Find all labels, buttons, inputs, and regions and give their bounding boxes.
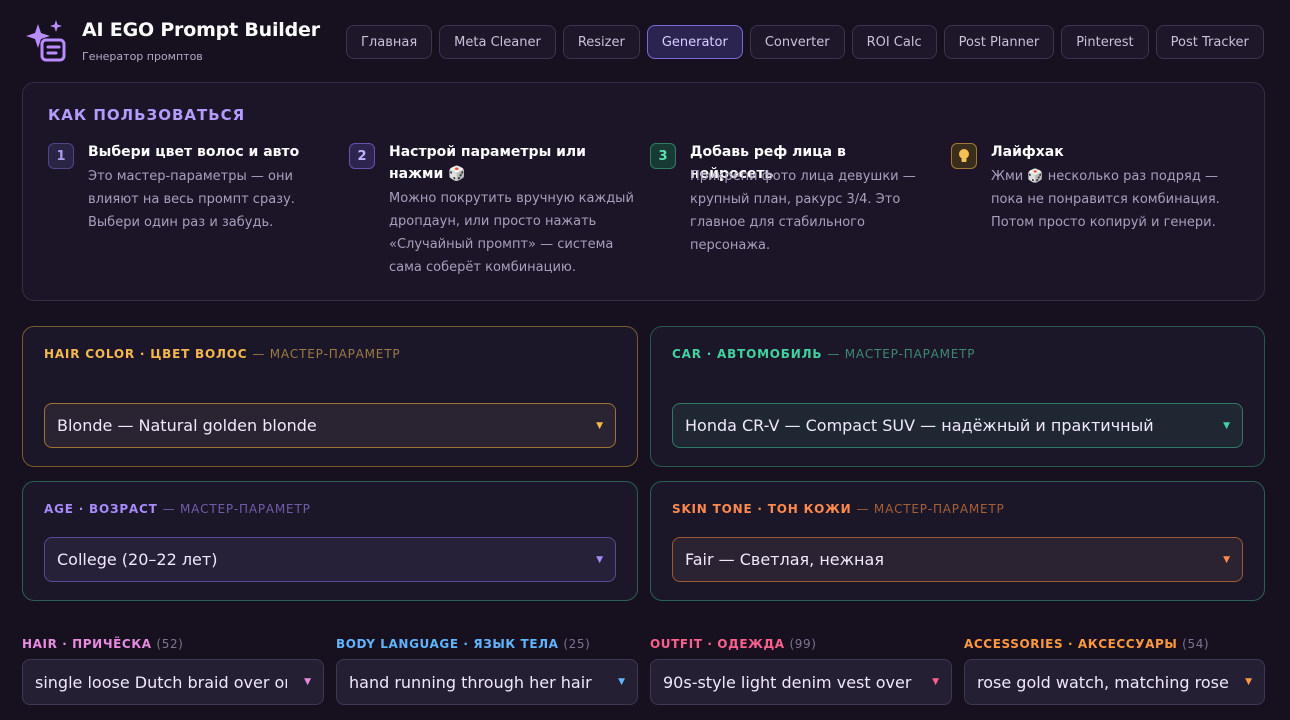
step-heading: Выбери цвет волос и авто: [88, 144, 300, 160]
accessories-count: (54): [1182, 637, 1210, 651]
step-number: 1: [48, 143, 74, 169]
body-language-select[interactable]: hand running through her hair ▼: [336, 659, 638, 705]
step-text-line: Можно покрутить вручную каждый: [389, 191, 634, 206]
howto-panel: КАК ПОЛЬЗОВАТЬСЯ 1 Выбери цвет волос и а…: [22, 82, 1265, 301]
chevron-down-icon: ▼: [596, 554, 603, 565]
age-label: AGE · ВОЗРАСТ — МАСТЕР-ПАРАМЕТР: [44, 502, 311, 516]
nav-post-planner[interactable]: Post Planner: [943, 25, 1055, 59]
step-heading: Лайфхак: [991, 144, 1064, 160]
hairstyle-label: HAIR · ПРИЧЁСКА (52): [22, 637, 183, 651]
howto-title: КАК ПОЛЬЗОВАТЬСЯ: [48, 106, 246, 124]
accessories-title: ACCESSORIES · АКСЕССУАРЫ: [964, 637, 1178, 651]
age-value: College (20–22 лет): [57, 550, 218, 569]
accessories-label: ACCESSORIES · АКСЕССУАРЫ (54): [964, 637, 1209, 651]
step-text-line: «Случайный промпт» — система: [389, 237, 614, 252]
nav-pinterest[interactable]: Pinterest: [1061, 25, 1149, 59]
step-text-line: Выбери один раз и забудь.: [88, 215, 274, 230]
age-select[interactable]: College (20–22 лет) ▼: [44, 537, 616, 582]
outfit-value: 90s-style light denim vest over white te…: [663, 672, 915, 692]
step-text-line: Прикрепи фото лица девушки —: [690, 169, 916, 184]
hairstyle-count: (52): [156, 637, 184, 651]
chevron-down-icon: ▼: [932, 677, 939, 687]
hair-color-value: Blonde — Natural golden blonde: [57, 416, 317, 435]
nav-generator[interactable]: Generator: [646, 25, 743, 59]
car-title: CAR · АВТОМОБИЛЬ: [672, 347, 823, 361]
outfit-count: (99): [789, 637, 817, 651]
step-text-line: сама соберёт комбинацию.: [389, 260, 577, 275]
outfit-label: OUTFIT · ОДЕЖДА (99): [650, 637, 816, 651]
chevron-down-icon: ▼: [618, 677, 625, 687]
nav-roi-calc[interactable]: ROI Calc: [851, 25, 937, 59]
master-param-suffix: — МАСТЕР-ПАРАМЕТР: [856, 502, 1005, 516]
step-number: 3: [650, 143, 676, 169]
skin-tone-label: SKIN TONE · ТОН КОЖИ — МАСТЕР-ПАРАМЕТР: [672, 502, 1005, 516]
nav-converter[interactable]: Converter: [749, 25, 845, 59]
hair-color-label: HAIR COLOR · ЦВЕТ ВОЛОС — МАСТЕР-ПАРАМЕТ…: [44, 347, 400, 361]
age-title: AGE · ВОЗРАСТ: [44, 502, 158, 516]
hairstyle-title: HAIR · ПРИЧЁСКА: [22, 637, 152, 651]
outfit-select[interactable]: 90s-style light denim vest over white te…: [650, 659, 952, 705]
master-param-suffix: — МАСТЕР-ПАРАМЕТР: [162, 502, 311, 516]
step-text-line: Жми 🎲 несколько раз подряд —: [991, 169, 1218, 184]
app-subtitle: Генератор промптов: [82, 50, 203, 63]
body-language-title: BODY LANGUAGE · ЯЗЫК ТЕЛА: [336, 637, 559, 651]
car-label: CAR · АВТОМОБИЛЬ — МАСТЕР-ПАРАМЕТР: [672, 347, 975, 361]
step-text-line: крупный план, ракурс 3/4. Это: [690, 192, 901, 207]
step-text-line: главное для стабильного персонажа.: [690, 215, 865, 253]
body-language-count: (25): [563, 637, 591, 651]
skin-tone-value: Fair — Светлая, нежная: [685, 550, 884, 569]
step-text-line: Это мастер-параметры — они: [88, 169, 293, 184]
step-number: 2: [349, 143, 375, 169]
chevron-down-icon: ▼: [1245, 677, 1252, 687]
accessories-value: rose gold watch, matching rose gold ring: [977, 672, 1229, 692]
hair-color-title: HAIR COLOR · ЦВЕТ ВОЛОС: [44, 347, 248, 361]
lightbulb-icon: [951, 143, 977, 169]
body-language-label: BODY LANGUAGE · ЯЗЫК ТЕЛА (25): [336, 637, 590, 651]
hair-color-card: HAIR COLOR · ЦВЕТ ВОЛОС — МАСТЕР-ПАРАМЕТ…: [22, 326, 638, 467]
master-param-suffix: — МАСТЕР-ПАРАМЕТР: [252, 347, 401, 361]
skin-tone-title: SKIN TONE · ТОН КОЖИ: [672, 502, 852, 516]
outfit-title: OUTFIT · ОДЕЖДА: [650, 637, 785, 651]
step-heading: Настрой параметры или нажми 🎲: [389, 144, 586, 182]
chevron-down-icon: ▼: [1223, 420, 1230, 431]
app-logo: [22, 18, 68, 64]
hairstyle-select[interactable]: single loose Dutch braid over one should…: [22, 659, 324, 705]
step-text-line: Потом просто копируй и генери.: [991, 215, 1216, 230]
hairstyle-value: single loose Dutch braid over one should…: [35, 672, 287, 692]
skin-tone-select[interactable]: Fair — Светлая, нежная ▼: [672, 537, 1243, 582]
nav-meta-cleaner[interactable]: Meta Cleaner: [439, 25, 556, 59]
step-text-line: дропдаун, или просто нажать: [389, 214, 597, 229]
top-nav: Главная Meta Cleaner Resizer Generator C…: [346, 25, 1264, 59]
skin-tone-card: SKIN TONE · ТОН КОЖИ — МАСТЕР-ПАРАМЕТР F…: [650, 481, 1265, 601]
accessories-select[interactable]: rose gold watch, matching rose gold ring…: [964, 659, 1265, 705]
nav-resizer[interactable]: Resizer: [562, 25, 640, 59]
nav-post-tracker[interactable]: Post Tracker: [1155, 25, 1264, 59]
step-text-line: влияют на весь промпт сразу.: [88, 192, 295, 207]
app-title: AI EGO Prompt Builder: [82, 19, 320, 41]
chevron-down-icon: ▼: [304, 677, 311, 687]
age-card: AGE · ВОЗРАСТ — МАСТЕР-ПАРАМЕТР College …: [22, 481, 638, 601]
car-value: Honda CR-V — Compact SUV — надёжный и пр…: [685, 416, 1154, 435]
nav-home[interactable]: Главная: [346, 25, 433, 59]
chevron-down-icon: ▼: [1223, 554, 1230, 565]
sparkle-list-icon: [26, 20, 66, 62]
body-language-value: hand running through her hair: [349, 672, 592, 692]
car-select[interactable]: Honda CR-V — Compact SUV — надёжный и пр…: [672, 403, 1243, 448]
hair-color-select[interactable]: Blonde — Natural golden blonde ▼: [44, 403, 616, 448]
master-param-suffix: — МАСТЕР-ПАРАМЕТР: [827, 347, 976, 361]
car-card: CAR · АВТОМОБИЛЬ — МАСТЕР-ПАРАМЕТР Honda…: [650, 326, 1265, 467]
step-text-line: пока не понравится комбинация.: [991, 192, 1220, 207]
chevron-down-icon: ▼: [596, 420, 603, 431]
